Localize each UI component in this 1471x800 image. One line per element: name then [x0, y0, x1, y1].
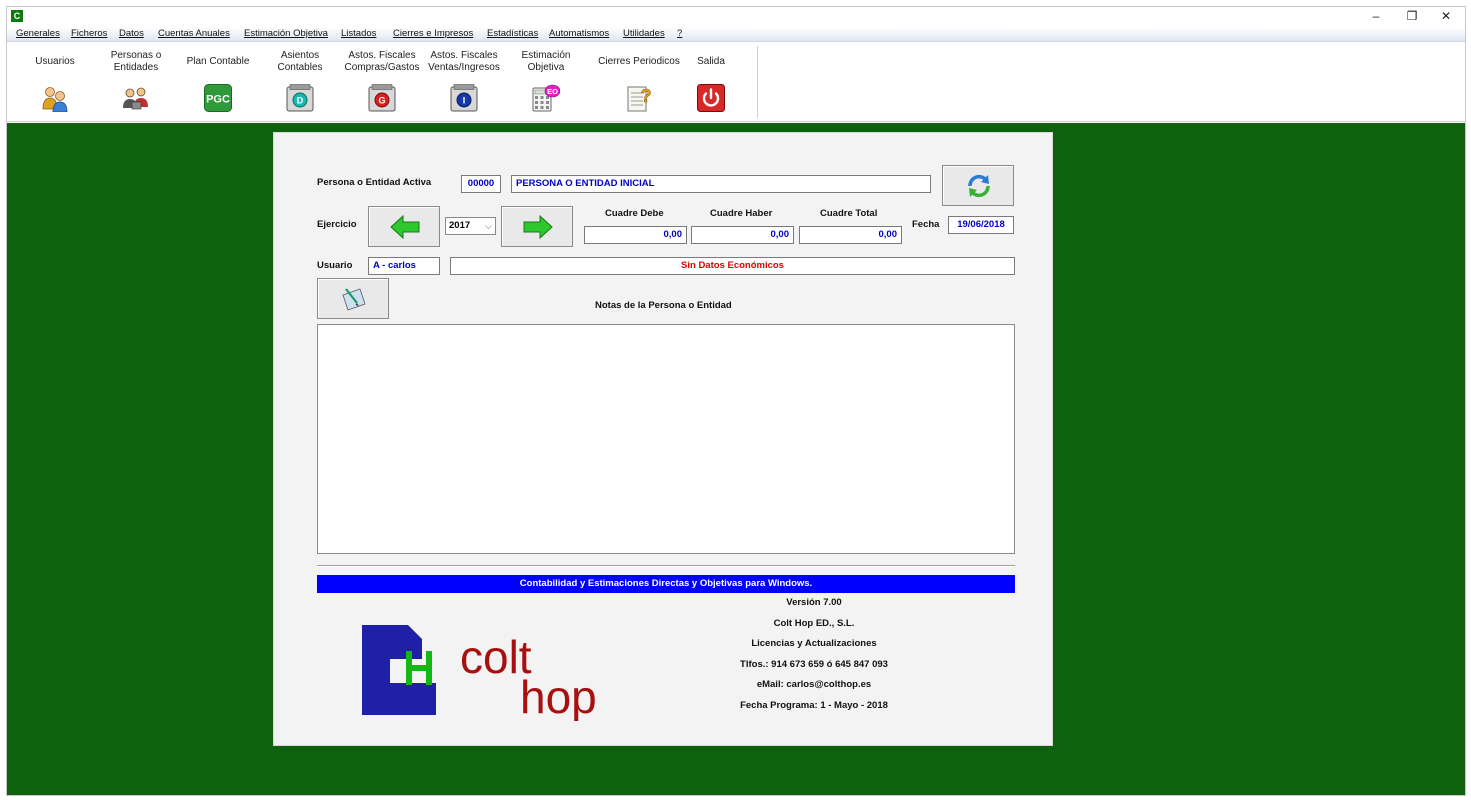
purchases-icon: G	[368, 84, 396, 112]
usuario-field[interactable]: A - carlos	[368, 257, 440, 275]
previous-year-button[interactable]	[368, 206, 440, 247]
toolbar-label: Usuarios	[35, 55, 75, 67]
journal-entries-icon: D	[286, 84, 314, 112]
fecha-label: Fecha	[912, 219, 940, 230]
toolbar-salida-button[interactable]: Salida	[671, 44, 751, 120]
phones-text: Tlfos.: 914 673 659 ó 645 847 093	[740, 659, 888, 670]
toolbar: Usuarios Personas o Entidades Plan Conta…	[7, 42, 1465, 122]
toolbar-plan-contable-button[interactable]: Plan Contable PGC	[178, 44, 258, 120]
licenses-text: Licencias y Actualizaciones	[751, 638, 877, 649]
version-text: Versión 7.00	[786, 597, 842, 608]
app-window: C – ❐ ✕ Generales Ficheros Datos Cuentas…	[6, 6, 1466, 796]
next-year-button[interactable]	[501, 206, 573, 247]
svg-text:PGC: PGC	[206, 94, 230, 106]
status-field: Sin Datos Económicos	[450, 257, 1015, 275]
notes-edit-icon	[342, 288, 366, 311]
menu-help[interactable]: ?	[677, 28, 682, 39]
menu-bar: Generales Ficheros Datos Cuentas Anuales…	[7, 27, 1465, 42]
entity-label: Persona o Entidad Activa	[317, 177, 432, 188]
menu-datos[interactable]: Datos	[119, 28, 144, 39]
arrow-right-icon	[523, 215, 553, 239]
colthop-logo: colt hop	[362, 625, 597, 721]
edit-notes-button[interactable]	[317, 278, 389, 319]
cuadre-total-field[interactable]: 0,00	[799, 226, 902, 244]
mdi-background: Persona o Entidad Activa 00000 PERSONA O…	[7, 123, 1465, 795]
svg-text:G: G	[378, 96, 385, 106]
toolbar-label: Plan Contable	[186, 55, 250, 67]
menu-cierres-impresos[interactable]: Cierres e Impresos	[393, 28, 473, 39]
toolbar-personas-entidades-button[interactable]: Personas o Entidades	[96, 44, 176, 120]
toolbar-label: Estimación Objetiva	[521, 49, 571, 74]
company-text: Colt Hop ED., S.L.	[773, 618, 855, 629]
restore-button[interactable]: ❐	[1395, 7, 1429, 27]
toolbar-label: Asientos Contables	[277, 49, 323, 74]
entity-name-field[interactable]: PERSONA O ENTIDAD INICIAL	[511, 175, 931, 193]
cuadre-haber-field[interactable]: 0,00	[691, 226, 794, 244]
cuadre-debe-field[interactable]: 0,00	[584, 226, 687, 244]
toolbar-label: Astos. Fiscales Ventas/Ingresos	[428, 49, 500, 74]
cuadre-total-label: Cuadre Total	[820, 208, 878, 219]
svg-text:hop: hop	[520, 671, 597, 721]
product-banner: Contabilidad y Estimaciones Directas y O…	[317, 575, 1015, 593]
toolbar-astos-ventas-button[interactable]: Astos. Fiscales Ventas/Ingresos I	[424, 44, 504, 120]
program-date-text: Fecha Programa: 1 - Mayo - 2018	[740, 700, 888, 711]
menu-automatismos[interactable]: Automatismos	[549, 28, 609, 39]
refresh-button[interactable]	[942, 165, 1014, 206]
svg-text:D: D	[297, 96, 304, 106]
toolbar-usuarios-button[interactable]: Usuarios	[15, 44, 95, 120]
pgc-icon: PGC	[204, 84, 232, 112]
notes-textarea[interactable]	[317, 324, 1015, 554]
svg-text:EO: EO	[547, 87, 558, 96]
menu-ficheros[interactable]: Ficheros	[71, 28, 107, 39]
toolbar-label: Salida	[697, 55, 725, 67]
menu-listados[interactable]: Listados	[341, 28, 376, 39]
toolbar-label: Personas o Entidades	[110, 49, 162, 74]
svg-text:?: ?	[641, 86, 652, 106]
refresh-icon	[968, 174, 990, 198]
minimize-button[interactable]: –	[1359, 7, 1393, 27]
fecha-field[interactable]: 19/06/2018	[948, 216, 1014, 234]
sales-icon: I	[450, 84, 478, 112]
menu-utilidades[interactable]: Utilidades	[623, 28, 665, 39]
menu-generales[interactable]: Generales	[16, 28, 60, 39]
main-panel: Persona o Entidad Activa 00000 PERSONA O…	[273, 132, 1053, 746]
year-select-value: 2017	[449, 220, 471, 231]
toolbar-astos-compras-button[interactable]: Astos. Fiscales Compras/Gastos G	[342, 44, 422, 120]
toolbar-divider	[757, 46, 758, 118]
toolbar-label: Astos. Fiscales Compras/Gastos	[344, 49, 420, 74]
notes-label: Notas de la Persona o Entidad	[595, 300, 732, 311]
toolbar-asientos-contables-button[interactable]: Asientos Contables D	[260, 44, 340, 120]
menu-cuentas-anuales[interactable]: Cuentas Anuales	[158, 28, 230, 39]
users-icon	[42, 87, 68, 112]
power-icon	[697, 84, 725, 112]
notepad-question-icon: ?	[627, 86, 652, 112]
close-button[interactable]: ✕	[1429, 7, 1463, 27]
cuadre-haber-label: Cuadre Haber	[710, 208, 773, 219]
ejercicio-label: Ejercicio	[317, 219, 357, 230]
menu-estadisticas[interactable]: Estadísticas	[487, 28, 538, 39]
app-logo-icon: C	[11, 10, 23, 22]
entities-icon	[123, 87, 148, 110]
title-bar: C – ❐ ✕	[7, 7, 1465, 27]
chevron-down-icon: ⌵	[485, 221, 492, 231]
year-select[interactable]: 2017 ⌵	[445, 217, 496, 235]
toolbar-estimacion-objetiva-button[interactable]: Estimación Objetiva EO	[506, 44, 586, 120]
email-text: eMail: carlos@colthop.es	[756, 679, 872, 690]
usuario-label: Usuario	[317, 260, 353, 271]
cuadre-debe-label: Cuadre Debe	[605, 208, 664, 219]
separator	[317, 565, 1015, 567]
menu-estimacion-objetiva[interactable]: Estimación Objetiva	[244, 28, 328, 39]
calculator-icon: EO	[532, 84, 560, 112]
svg-text:I: I	[463, 96, 466, 106]
entity-code-field[interactable]: 00000	[461, 175, 501, 193]
arrow-left-icon	[390, 215, 420, 239]
